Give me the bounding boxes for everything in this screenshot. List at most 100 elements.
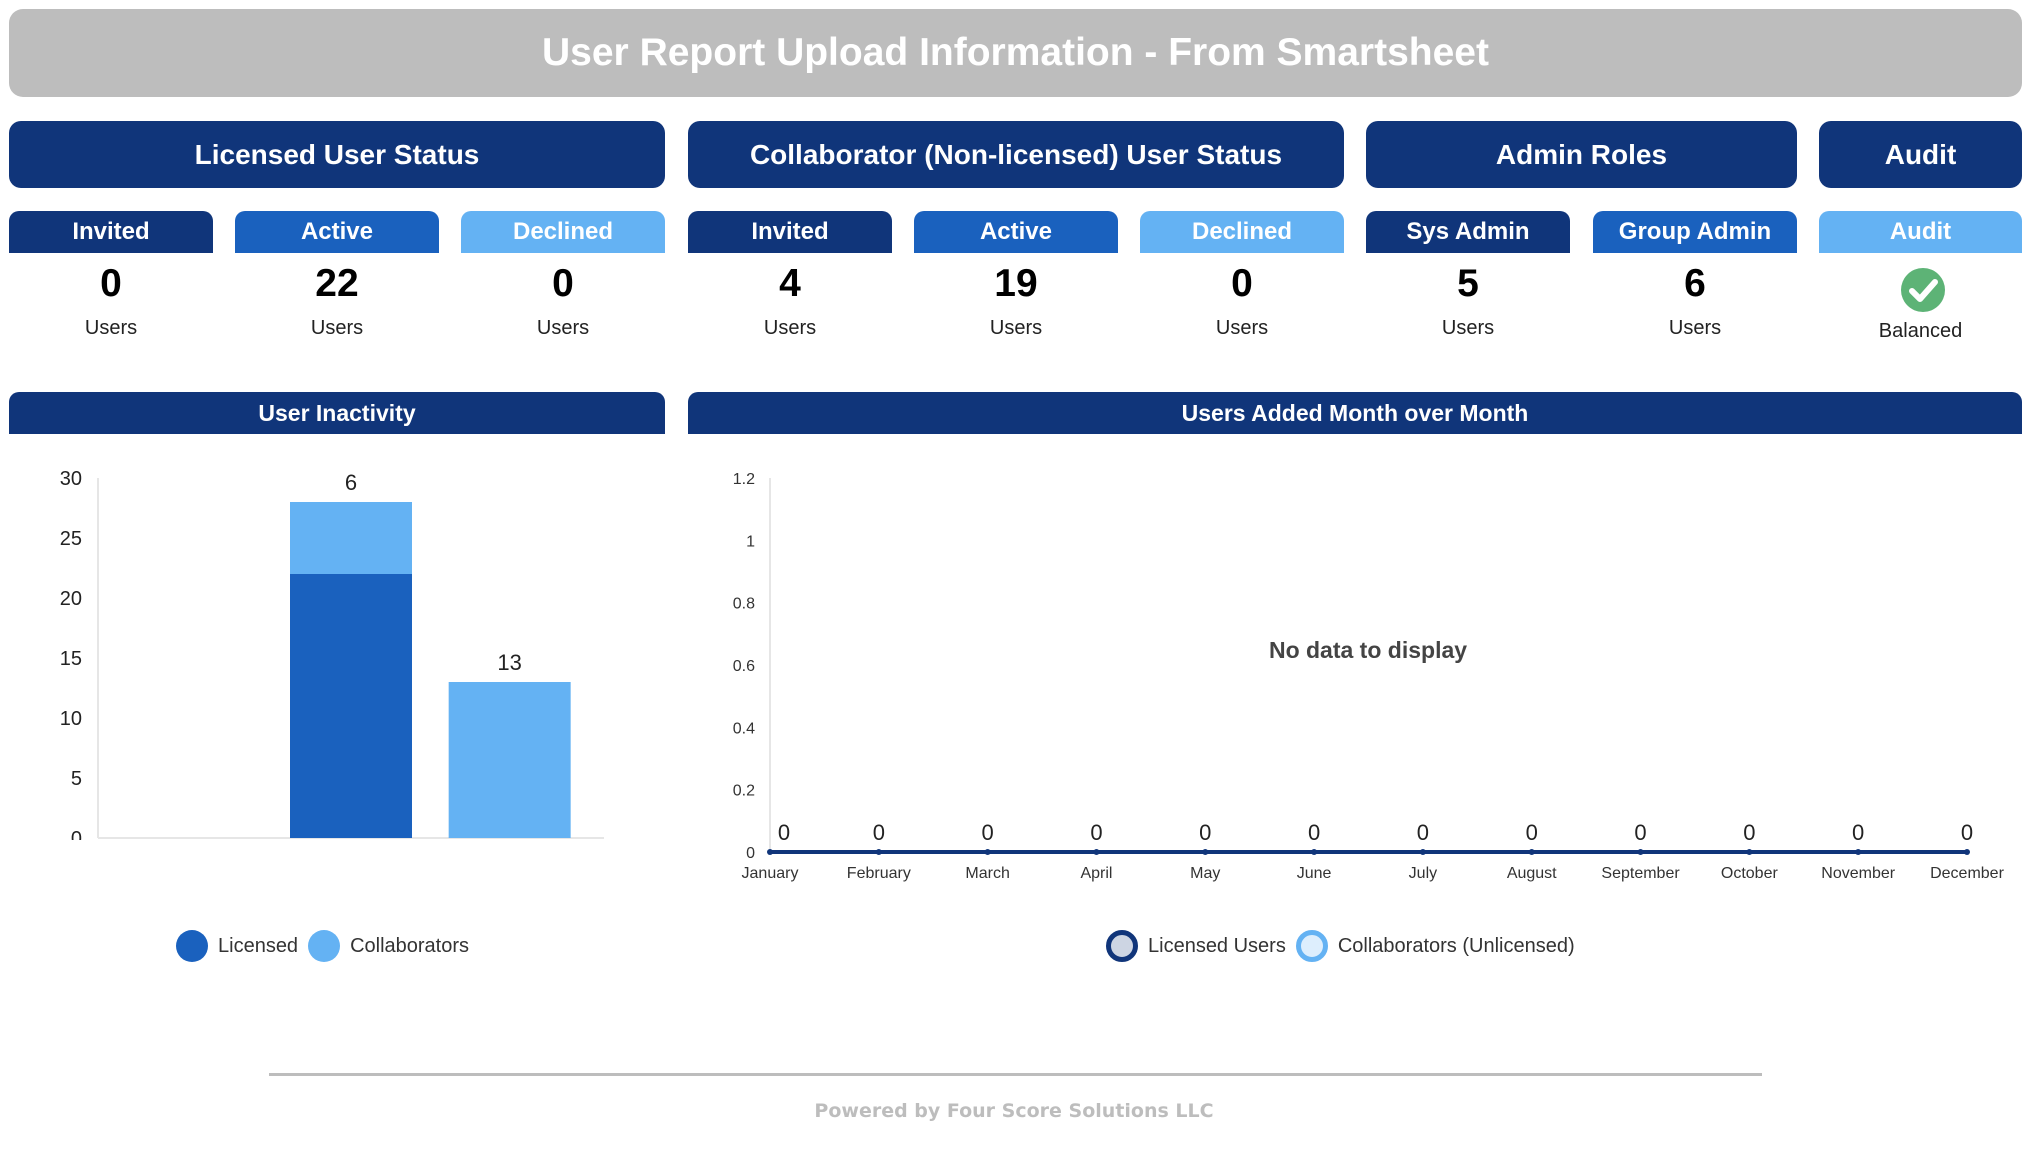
legend-licensed-users-swatch (1106, 930, 1138, 962)
footer-divider (269, 1073, 1762, 1076)
inactivity-chart: 0510152025301 month3 months2266 months13 (60, 468, 604, 840)
kpi-unit-licensed-declined: Users (536, 317, 590, 339)
audit-status: Balanced (1878, 320, 1963, 342)
data-label: 0 (1417, 820, 1429, 845)
y-tick-label: 0.4 (733, 720, 755, 737)
data-point (1093, 849, 1100, 855)
y-tick-label: 25 (60, 528, 82, 550)
kpi-header-group-admin: Group Admin (1593, 211, 1797, 253)
footer-credit: Powered by Four Score Solutions LLC (814, 1100, 1214, 1122)
section-header-licensed: Licensed User Status (9, 121, 665, 188)
x-tick-label: January (742, 865, 799, 882)
data-point (1746, 849, 1753, 855)
data-label: 0 (778, 820, 790, 845)
x-tick-label: July (1409, 865, 1437, 882)
kpi-value-licensed-declined: 0 (552, 262, 574, 305)
data-point (1311, 849, 1318, 855)
kpi-header-collab-active: Active (914, 211, 1118, 253)
data-point (1855, 849, 1862, 855)
kpi-value-collab-active: 19 (994, 262, 1038, 305)
data-point (1528, 849, 1535, 855)
y-tick-label: 10 (60, 708, 82, 730)
legend-collaborators-label: Collaborators (350, 934, 470, 957)
x-tick-label: November (1821, 865, 1895, 882)
kpi-header-sys-admin: Sys Admin (1366, 211, 1570, 253)
data-label: 0 (1526, 820, 1538, 845)
x-tick-label: June (1297, 865, 1332, 882)
y-tick-label: 0.6 (733, 658, 755, 675)
y-tick-label: 1 (746, 533, 755, 550)
kpi-value-licensed-invited: 0 (100, 262, 122, 305)
kpi-unit-collab-declined: Users (1215, 317, 1269, 339)
kpi-value-collab-declined: 0 (1231, 262, 1253, 305)
chart-header-monthly: Users Added Month over Month (688, 392, 2022, 434)
data-label: 0 (1852, 820, 1864, 845)
section-header-collaborator: Collaborator (Non-licensed) User Status (688, 121, 1344, 188)
kpi-unit-licensed-invited: Users (84, 317, 138, 339)
kpi-unit-collab-invited: Users (763, 317, 817, 339)
data-label: 0 (873, 820, 885, 845)
monthly-legend: Licensed Users Collaborators (Unlicensed… (1106, 930, 1575, 962)
kpi-header-licensed-declined: Declined (461, 211, 665, 253)
y-tick-label: 1.2 (733, 471, 755, 488)
kpi-unit-sys-admin: Users (1441, 317, 1495, 339)
legend-collaborators-unlicensed-swatch (1295, 930, 1328, 962)
data-label: 0 (1090, 820, 1102, 845)
data-point (1419, 849, 1426, 855)
data-label: 0 (1199, 820, 1211, 845)
section-header-audit: Audit (1819, 121, 2022, 188)
kpi-header-collab-declined: Declined (1140, 211, 1344, 253)
kpi-value-licensed-active: 22 (315, 262, 359, 305)
kpi-value-group-admin: 6 (1684, 262, 1706, 305)
kpi-header-collab-invited: Invited (688, 211, 892, 253)
bar-collaborators-6-months (448, 682, 571, 838)
x-tick-label: August (1507, 865, 1557, 882)
data-point (984, 849, 991, 855)
x-tick-label: April (1080, 865, 1112, 882)
data-label: 0 (1634, 820, 1646, 845)
page-title: User Report Upload Information - From Sm… (9, 9, 2022, 97)
x-tick-label: October (1721, 865, 1779, 882)
data-point (767, 849, 773, 855)
bar-collaborators-3-months (290, 502, 412, 574)
legend-licensed-swatch (176, 930, 208, 962)
x-tick-label: May (1190, 865, 1220, 882)
x-tick-label: September (1601, 865, 1680, 882)
x-tick-label: March (965, 865, 1009, 882)
kpi-unit-collab-active: Users (989, 317, 1043, 339)
legend-collaborators-swatch (308, 930, 341, 962)
data-label: 0 (1308, 820, 1320, 845)
data-label: 0 (982, 820, 994, 845)
kpi-unit-group-admin: Users (1668, 317, 1722, 339)
audit-subheader: Audit (1819, 211, 2022, 253)
legend-licensed-label: Licensed (218, 934, 299, 957)
bar-licensed-3-months (290, 574, 412, 838)
kpi-value-sys-admin: 5 (1457, 262, 1479, 305)
y-tick-label: 5 (71, 768, 82, 790)
data-point (1964, 849, 1970, 855)
monthly-chart: 0 0.2 0.4 0.6 0.8 1 1.2 January 0 February 0 March 0… (733, 471, 2005, 882)
section-header-admin-roles: Admin Roles (1366, 121, 1797, 188)
check-circle-icon (1900, 267, 1946, 318)
y-tick-label: 20 (60, 588, 82, 610)
data-point (1637, 849, 1644, 855)
y-tick-label: 0 (746, 845, 755, 862)
kpi-header-licensed-invited: Invited (9, 211, 213, 253)
data-point (1202, 849, 1209, 855)
no-data-message: No data to display (1269, 637, 1467, 663)
data-point (875, 849, 882, 855)
kpi-header-licensed-active: Active (235, 211, 439, 253)
x-tick-label: February (847, 865, 911, 882)
data-label: 6 (345, 470, 357, 495)
data-label: 0 (1743, 820, 1755, 845)
y-tick-label: 15 (60, 648, 82, 670)
y-tick-label: 0.8 (733, 596, 755, 613)
y-tick-label: 0.2 (733, 783, 755, 800)
chart-header-inactivity: User Inactivity (9, 392, 665, 434)
kpi-value-collab-invited: 4 (779, 262, 801, 305)
data-label: 13 (497, 650, 521, 675)
data-label: 0 (1961, 820, 1973, 845)
y-tick-label: 0 (71, 828, 82, 840)
legend-collaborators-unlicensed-label: Collaborators (Unlicensed) (1337, 934, 1575, 957)
x-tick-label: December (1930, 865, 2004, 882)
